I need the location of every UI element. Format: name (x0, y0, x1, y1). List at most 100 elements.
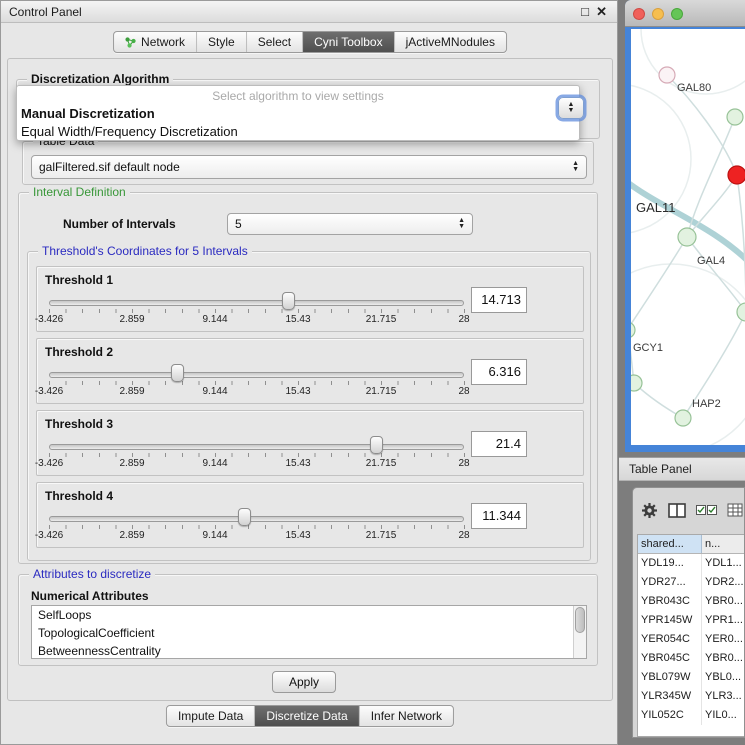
slider-thumb[interactable] (370, 436, 383, 454)
table-row[interactable]: YLR345WYLR3... (638, 687, 744, 706)
algorithm-combo-placeholder-text: Select algorithm to view settings (17, 89, 579, 104)
cell-shared-name: YBL079W (638, 668, 702, 687)
network-window-titlebar[interactable] (625, 0, 745, 27)
network-canvas[interactable]: GAL80 GAL11 GAL4 GCY1 HAP2 (631, 29, 745, 445)
slider-tick-labels: -3.4262.8599.14415.4321.71528 (49, 530, 464, 541)
threshold-slider[interactable]: -3.4262.8599.14415.4321.71528 (49, 291, 464, 329)
network-node-highlighted[interactable] (728, 166, 745, 184)
network-edge (687, 175, 737, 237)
slider-track[interactable] (49, 372, 464, 378)
slider-tick-marks (49, 381, 465, 385)
tab-style[interactable]: Style (197, 32, 247, 52)
node-label-gal4[interactable]: GAL4 (697, 255, 725, 267)
scrollbar-thumb[interactable] (575, 607, 585, 633)
tab-jactivemnodules[interactable]: jActiveMNodules (395, 32, 506, 52)
mac-close-button[interactable] (633, 8, 645, 20)
tick-label: 21.715 (366, 386, 397, 397)
attribute-list-item[interactable]: TopologicalCoefficient (32, 624, 586, 642)
algorithm-option-manual-discretization[interactable]: Manual Discretization (17, 104, 579, 122)
network-edge (631, 237, 687, 330)
grid-icon[interactable] (727, 503, 743, 517)
attribute-items: SelfLoopsTopologicalCoefficientBetweenne… (32, 606, 586, 659)
threshold-label: Threshold 3 (45, 417, 113, 431)
slider-track[interactable] (49, 444, 464, 450)
tab-label: Impute Data (178, 709, 243, 723)
table-row[interactable]: YBR045CYBR0... (638, 649, 744, 668)
list-scrollbar[interactable] (573, 606, 586, 658)
network-edge (634, 383, 683, 418)
algorithm-option-equal-width-frequency[interactable]: Equal Width/Frequency Discretization (17, 122, 579, 140)
tab-discretize-data[interactable]: Discretize Data (255, 706, 359, 726)
tick-label: 2.859 (119, 386, 144, 397)
control-panel-tabs: NetworkStyleSelectCyni ToolboxjActiveMNo… (113, 31, 507, 53)
network-node[interactable] (631, 375, 642, 391)
slider-track[interactable] (49, 300, 464, 306)
attributes-to-discretize-group: Attributes to discretize Numerical Attri… (18, 574, 598, 666)
tab-impute-data[interactable]: Impute Data (167, 706, 255, 726)
node-label-gcy1[interactable]: GCY1 (633, 342, 663, 354)
slider-tick-labels: -3.4262.8599.14415.4321.71528 (49, 386, 464, 397)
attribute-list-item[interactable]: BetweennessCentrality (32, 642, 586, 659)
apply-button[interactable]: Apply (272, 671, 336, 693)
node-label-hap2[interactable]: HAP2 (692, 398, 721, 410)
threshold-slider[interactable]: -3.4262.8599.14415.4321.71528 (49, 507, 464, 545)
network-node[interactable] (678, 228, 696, 246)
table-row[interactable]: YDL19...YDL1... (638, 554, 744, 573)
slider-tick-labels: -3.4262.8599.14415.4321.71528 (49, 314, 464, 325)
interval-definition-group-title: Interval Definition (29, 185, 130, 199)
arrow-down-icon: ▼ (572, 167, 579, 173)
tab-network[interactable]: Network (114, 32, 197, 52)
threshold-value-field[interactable]: 6.316 (471, 359, 527, 385)
slider-track[interactable] (49, 516, 464, 522)
tab-infer-network[interactable]: Infer Network (360, 706, 453, 726)
tick-label: 21.715 (366, 314, 397, 325)
node-label-gal80[interactable]: GAL80 (677, 82, 711, 94)
cell-shared-name: YBR043C (638, 592, 702, 611)
numerical-attributes-list[interactable]: SelfLoopsTopologicalCoefficientBetweenne… (31, 605, 587, 659)
table-row[interactable]: YDR27...YDR2... (638, 573, 744, 592)
network-node[interactable] (631, 322, 635, 338)
threshold-value-field[interactable]: 21.4 (471, 431, 527, 457)
slider-thumb[interactable] (171, 364, 184, 382)
network-node[interactable] (675, 410, 691, 426)
threshold-value-field[interactable]: 11.344 (471, 503, 527, 529)
tick-label: 9.144 (202, 458, 227, 469)
network-node[interactable] (659, 67, 675, 83)
column-header-name[interactable]: n... (702, 535, 744, 553)
threshold-label: Threshold 2 (45, 345, 113, 359)
mac-zoom-button[interactable] (671, 8, 683, 20)
columns-icon[interactable] (668, 503, 686, 518)
table-row[interactable]: YPR145WYPR1... (638, 611, 744, 630)
threshold-slider[interactable]: -3.4262.8599.14415.4321.71528 (49, 363, 464, 401)
slider-thumb[interactable] (282, 292, 295, 310)
attribute-list-item[interactable]: SelfLoops (32, 606, 586, 624)
algorithm-combo-dropdown-button[interactable]: ▲ ▼ (558, 97, 584, 119)
float-window-icon[interactable]: □ (581, 4, 589, 19)
network-view-window: GAL80 GAL11 GAL4 GCY1 HAP2 (625, 0, 745, 452)
close-icon[interactable]: ✕ (596, 4, 607, 20)
tab-cyni-toolbox[interactable]: Cyni Toolbox (303, 32, 394, 52)
table-row[interactable]: YER054CYER0... (638, 630, 744, 649)
tab-select[interactable]: Select (247, 32, 303, 52)
node-label-gal11[interactable]: GAL11 (636, 200, 676, 215)
network-node[interactable] (737, 303, 745, 321)
number-of-intervals-combobox[interactable]: 5 ▲ ▼ (227, 213, 473, 235)
network-node[interactable] (727, 109, 743, 125)
checkbox-pair-icon[interactable] (696, 504, 717, 516)
cell-shared-name: YPR145W (638, 611, 702, 630)
mac-minimize-button[interactable] (652, 8, 664, 20)
threshold-value-field[interactable]: 14.713 (471, 287, 527, 313)
tick-label: 21.715 (366, 530, 397, 541)
table-data-group: Table Data galFiltered.sif default node … (22, 141, 594, 185)
cyni-bottom-tabs: Impute Data Discretize DataInfer Network (166, 705, 454, 727)
slider-thumb[interactable] (238, 508, 251, 526)
arrow-down-icon: ▼ (458, 224, 465, 230)
table-row[interactable]: YBL079WYBL0... (638, 668, 744, 687)
gear-icon[interactable] (641, 502, 658, 519)
column-header-shared-name[interactable]: shared... (638, 535, 702, 553)
table-data-combobox[interactable]: galFiltered.sif default node ▲ ▼ (31, 155, 587, 179)
tick-label: 2.859 (119, 314, 144, 325)
table-row[interactable]: YBR043CYBR0... (638, 592, 744, 611)
threshold-slider[interactable]: -3.4262.8599.14415.4321.71528 (49, 435, 464, 473)
table-row[interactable]: YIL052CYIL0... (638, 706, 744, 725)
